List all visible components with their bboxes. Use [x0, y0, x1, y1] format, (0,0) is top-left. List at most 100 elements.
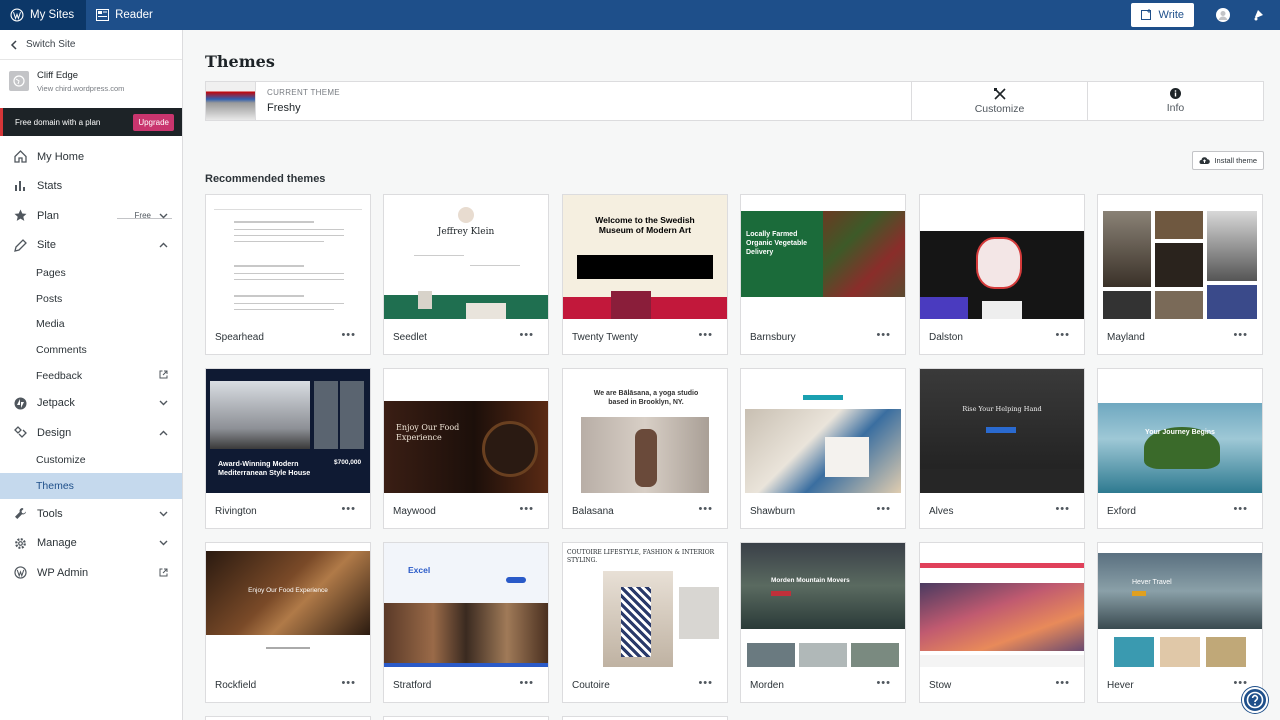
my-sites-button[interactable]: My Sites	[0, 0, 87, 30]
customize-button[interactable]: Customize	[911, 82, 1087, 120]
theme-card[interactable]: Excel Stratford •••	[383, 542, 549, 703]
theme-screenshot[interactable]: We are Bālāsana, a yoga studio based in …	[563, 369, 727, 493]
theme-screenshot[interactable]: Your Journey Begins	[1098, 369, 1262, 493]
theme-screenshot[interactable]: Jeffrey Klein	[384, 195, 548, 319]
theme-name[interactable]: Alves	[929, 506, 953, 517]
more-options-button[interactable]: •••	[519, 677, 534, 689]
theme-name[interactable]: Balasana	[572, 506, 614, 517]
theme-screenshot[interactable]: Enjoy Our Food Experience	[384, 369, 548, 493]
theme-card[interactable]: Morden Mountain Movers Morden •••	[740, 542, 906, 703]
theme-screenshot[interactable]: Enjoy Our Food Experience	[206, 543, 370, 667]
theme-name[interactable]: Stow	[929, 680, 951, 691]
more-options-button[interactable]: •••	[1055, 677, 1070, 689]
theme-name[interactable]: Morden	[750, 680, 784, 691]
reader-button[interactable]: Reader	[86, 0, 165, 30]
sidebar-item-manage[interactable]: Manage	[0, 528, 182, 558]
upsell-banner[interactable]: Free domain with a plan Upgrade	[0, 108, 182, 136]
theme-card[interactable]: Dalston •••	[919, 194, 1085, 355]
theme-screenshot[interactable]: Award-Winning Modern Mediterranean Style…	[206, 369, 370, 493]
avatar-button[interactable]	[1208, 0, 1238, 30]
more-options-button[interactable]: •••	[876, 503, 891, 515]
sidebar-item-design[interactable]: Design	[0, 418, 182, 448]
theme-name[interactable]: Coutoire	[572, 680, 610, 691]
theme-screenshot[interactable]: Excel	[384, 543, 548, 667]
write-button[interactable]: Write	[1130, 3, 1194, 27]
info-button[interactable]: Info	[1087, 82, 1263, 120]
more-options-button[interactable]: •••	[1233, 677, 1248, 689]
more-options-button[interactable]: •••	[341, 503, 356, 515]
theme-card[interactable]	[383, 716, 549, 720]
theme-name[interactable]: Barnsbury	[750, 332, 796, 343]
theme-screenshot[interactable]	[920, 195, 1084, 319]
help-button[interactable]	[1242, 687, 1268, 713]
sidebar-item-my-home[interactable]: My Home	[0, 142, 182, 172]
sidebar-item-site[interactable]: Site	[0, 231, 182, 261]
theme-name[interactable]: Exford	[1107, 506, 1136, 517]
theme-card[interactable]: Enjoy Our Food Experience Rockfield •••	[205, 542, 371, 703]
theme-card[interactable]: Welcome to the Swedish Museum of Modern …	[562, 194, 728, 355]
sidebar-item-jetpack[interactable]: Jetpack	[0, 388, 182, 418]
sidebar-item-pages[interactable]: Pages	[0, 260, 182, 286]
more-options-button[interactable]: •••	[698, 329, 713, 341]
more-options-button[interactable]: •••	[341, 677, 356, 689]
install-theme-button[interactable]: Install theme	[1192, 151, 1264, 170]
sidebar-item-plan[interactable]: Plan Free	[0, 201, 182, 231]
theme-card[interactable]: Jeffrey Klein Seedlet •••	[383, 194, 549, 355]
theme-name[interactable]: Twenty Twenty	[572, 332, 638, 343]
sidebar-item-comments[interactable]: Comments	[0, 337, 182, 363]
more-options-button[interactable]: •••	[519, 329, 534, 341]
more-options-button[interactable]: •••	[698, 503, 713, 515]
more-options-button[interactable]: •••	[1055, 329, 1070, 341]
sidebar-item-themes[interactable]: Themes	[0, 473, 182, 499]
sidebar-item-stats[interactable]: Stats	[0, 172, 182, 202]
theme-card[interactable]: Enjoy Our Food Experience Maywood •••	[383, 368, 549, 529]
more-options-button[interactable]: •••	[1233, 503, 1248, 515]
more-options-button[interactable]: •••	[876, 329, 891, 341]
theme-name[interactable]: Rockfield	[215, 680, 256, 691]
theme-name[interactable]: Spearhead	[215, 332, 264, 343]
sidebar-item-media[interactable]: Media	[0, 311, 182, 337]
theme-name[interactable]: Seedlet	[393, 332, 427, 343]
theme-name[interactable]: Shawburn	[750, 506, 795, 517]
theme-card[interactable]: We are Bālāsana, a yoga studio based in …	[562, 368, 728, 529]
theme-name[interactable]: Mayland	[1107, 332, 1145, 343]
upgrade-button[interactable]: Upgrade	[133, 113, 174, 131]
theme-card[interactable]: Your Journey Begins Exford •••	[1097, 368, 1263, 529]
theme-card[interactable]: Mayland •••	[1097, 194, 1263, 355]
theme-name[interactable]: Stratford	[393, 680, 431, 691]
site-card[interactable]: Cliff Edge View chird.wordpress.com	[0, 60, 182, 102]
theme-name[interactable]: Maywood	[393, 506, 436, 517]
theme-screenshot[interactable]: COUTOIRE LIFESTYLE, FASHION & INTERIOR S…	[563, 543, 727, 667]
theme-screenshot[interactable]	[920, 543, 1084, 667]
theme-screenshot[interactable]: Welcome to the Swedish Museum of Modern …	[563, 195, 727, 319]
more-options-button[interactable]: •••	[1055, 503, 1070, 515]
notifications-button[interactable]	[1244, 0, 1274, 30]
sidebar-item-tools[interactable]: Tools	[0, 499, 182, 529]
theme-card[interactable]	[562, 716, 728, 720]
theme-screenshot[interactable]: Rise Your Helping Hand	[920, 369, 1084, 493]
theme-card[interactable]: Rise Your Helping Hand Alves •••	[919, 368, 1085, 529]
theme-card[interactable]	[205, 716, 371, 720]
theme-card[interactable]: Hever Travel Hever •••	[1097, 542, 1263, 703]
theme-card[interactable]: Shawburn •••	[740, 368, 906, 529]
current-theme-thumbnail[interactable]	[206, 82, 256, 120]
sidebar-item-wp-admin[interactable]: WP Admin	[0, 558, 182, 588]
theme-card[interactable]: Locally Farmed Organic Vegetable Deliver…	[740, 194, 906, 355]
theme-card[interactable]: COUTOIRE LIFESTYLE, FASHION & INTERIOR S…	[562, 542, 728, 703]
sidebar-item-customize[interactable]: Customize	[0, 447, 182, 473]
theme-screenshot[interactable]: Morden Mountain Movers	[741, 543, 905, 667]
theme-card[interactable]: Stow •••	[919, 542, 1085, 703]
theme-name[interactable]: Dalston	[929, 332, 963, 343]
sidebar-item-posts[interactable]: Posts	[0, 286, 182, 312]
theme-card[interactable]: Spearhead •••	[205, 194, 371, 355]
more-options-button[interactable]: •••	[698, 677, 713, 689]
theme-screenshot[interactable]: Locally Farmed Organic Vegetable Deliver…	[741, 195, 905, 319]
theme-screenshot[interactable]	[741, 369, 905, 493]
theme-name[interactable]: Hever	[1107, 680, 1134, 691]
sidebar-item-feedback[interactable]: Feedback	[0, 363, 182, 389]
more-options-button[interactable]: •••	[519, 503, 534, 515]
site-url[interactable]: View chird.wordpress.com	[37, 84, 124, 93]
theme-name[interactable]: Rivington	[215, 506, 257, 517]
theme-card[interactable]: Award-Winning Modern Mediterranean Style…	[205, 368, 371, 529]
theme-screenshot[interactable]: Hever Travel	[1098, 543, 1262, 667]
